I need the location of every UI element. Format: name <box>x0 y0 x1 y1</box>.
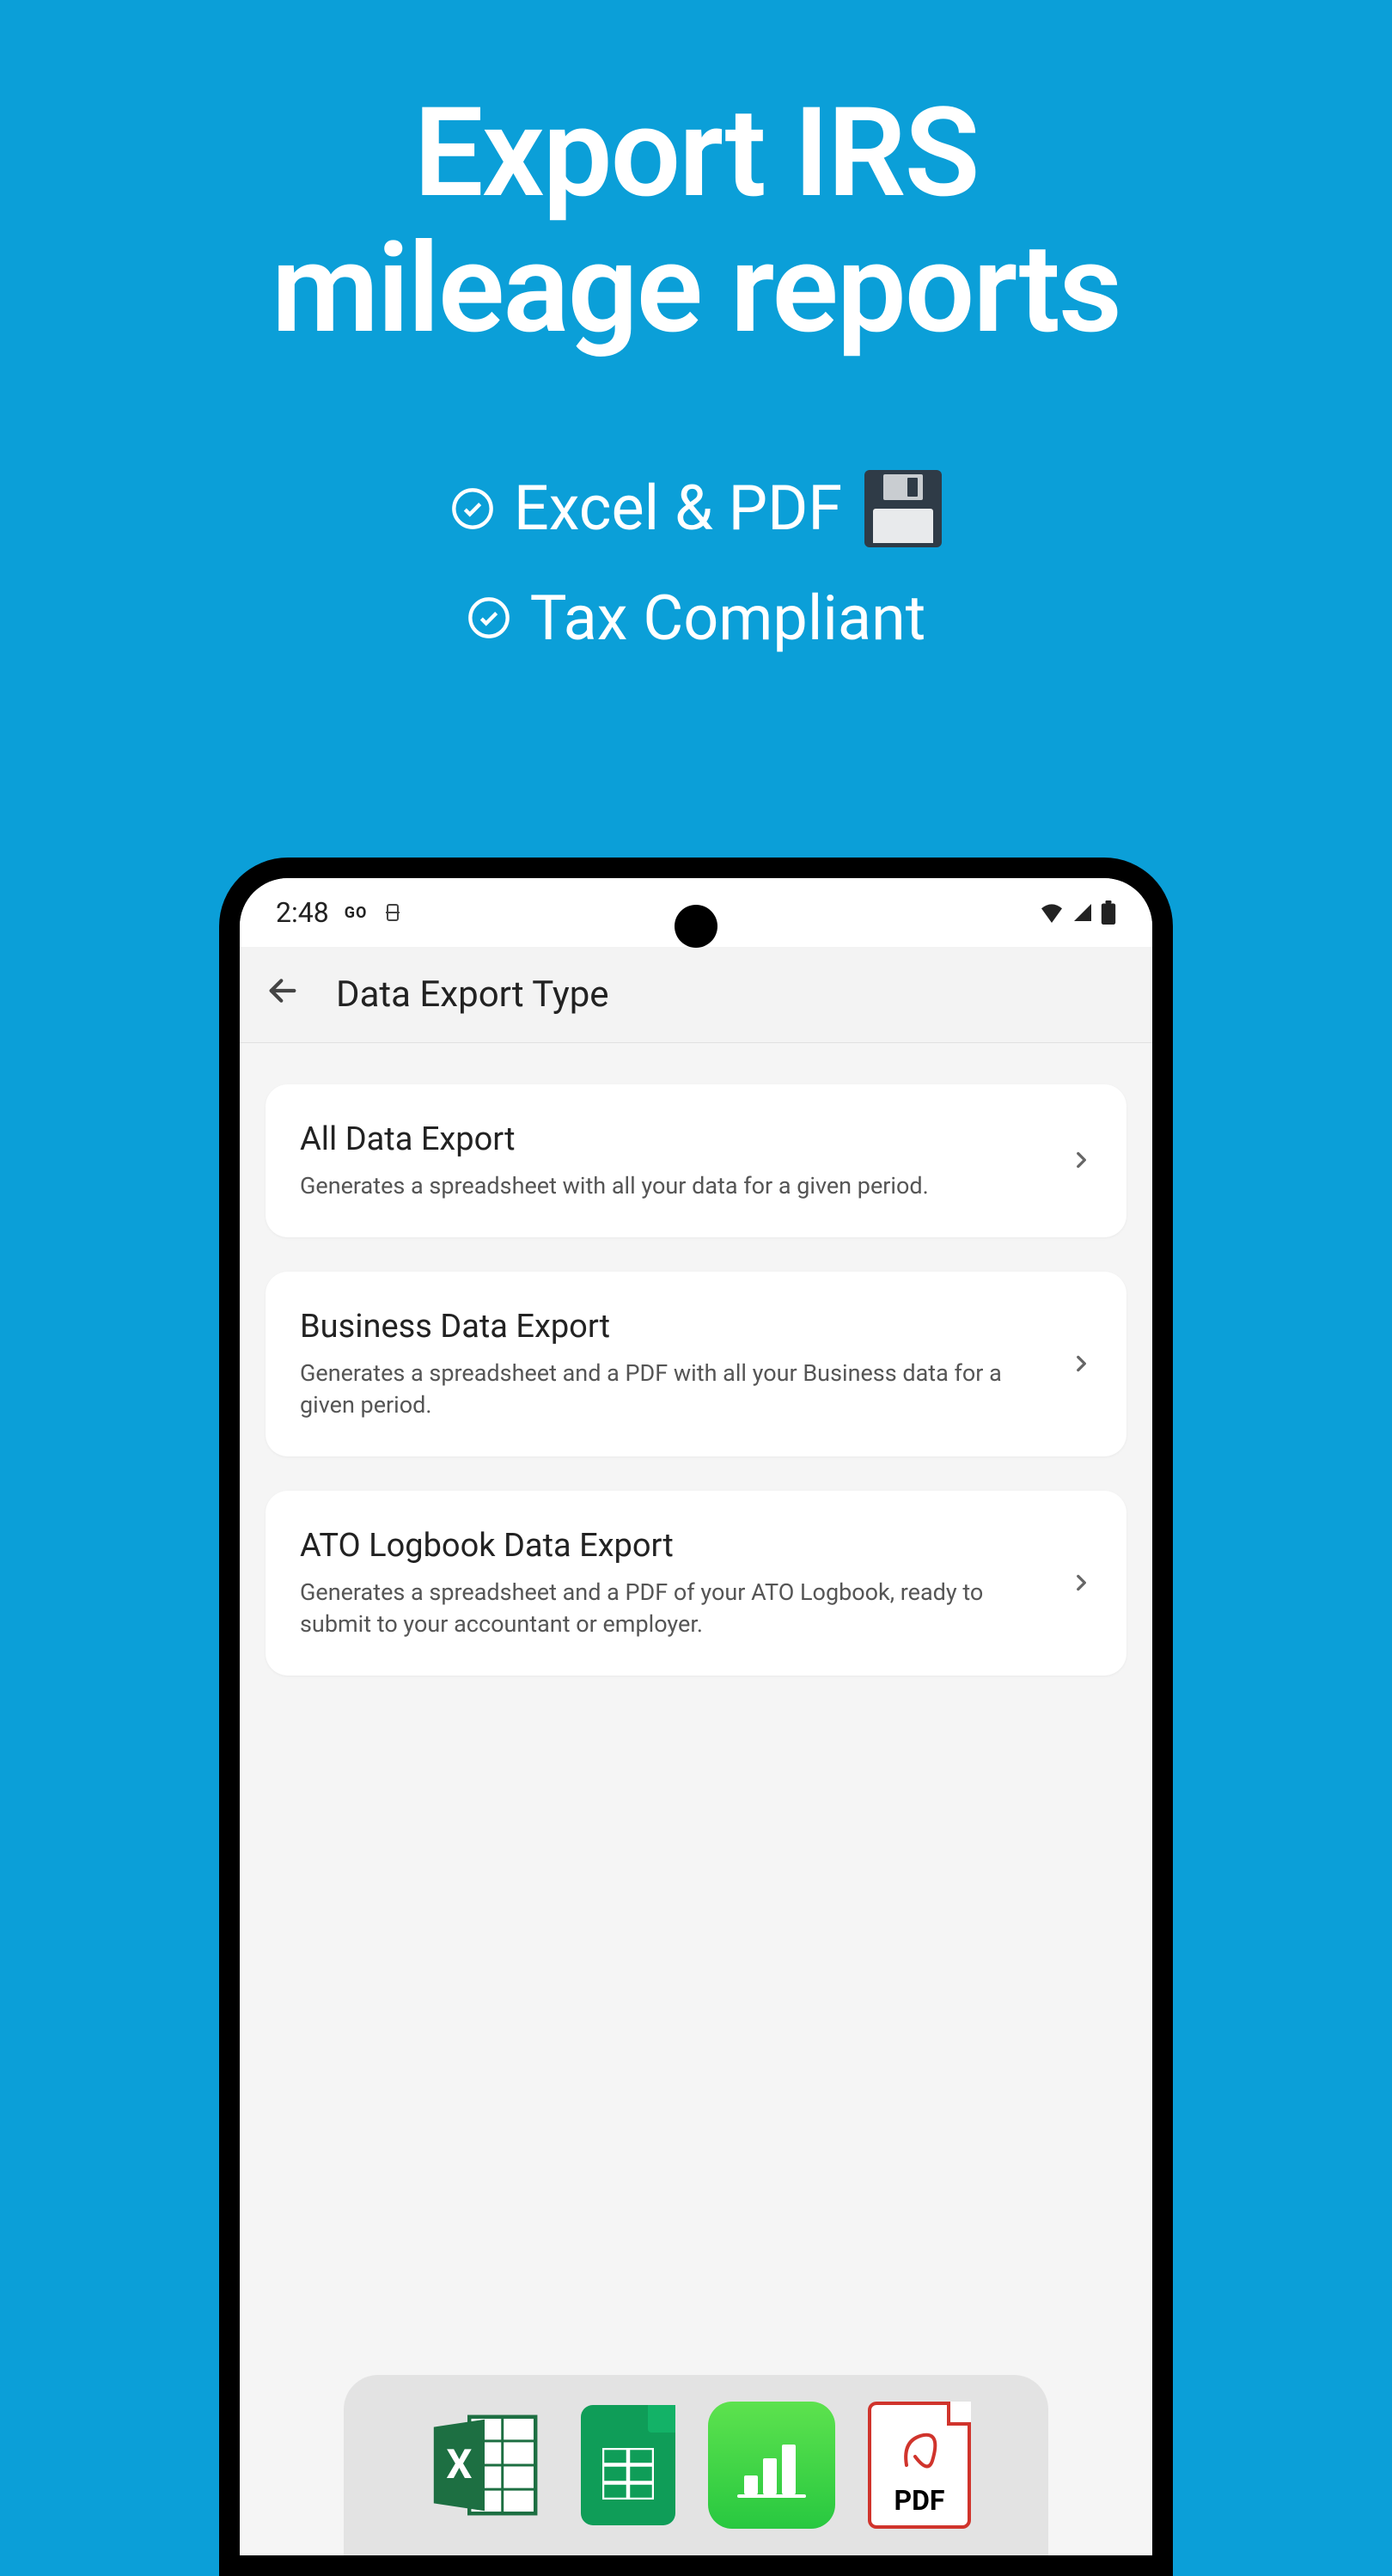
headline-line2: mileage reports <box>0 222 1392 357</box>
back-button[interactable] <box>266 973 300 1017</box>
page-title: Data Export Type <box>336 974 609 1016</box>
card-description: Generates a spreadsheet with all your da… <box>300 1170 1049 1201</box>
check-circle-icon <box>467 595 511 640</box>
google-sheets-icon <box>581 2405 675 2525</box>
feature-tax-compliant: Tax Compliant <box>467 582 926 655</box>
wifi-icon <box>1039 902 1065 923</box>
status-indicator: GO <box>345 904 368 922</box>
card-description: Generates a spreadsheet and a PDF with a… <box>300 1358 1049 1420</box>
card-description: Generates a spreadsheet and a PDF of you… <box>300 1577 1049 1639</box>
status-time: 2:48 <box>276 896 329 929</box>
signal-icon <box>1071 902 1094 923</box>
pdf-icon: PDF <box>868 2402 971 2529</box>
export-option-all-data[interactable]: All Data Export Generates a spreadsheet … <box>266 1084 1126 1237</box>
svg-text:X: X <box>446 2440 472 2488</box>
chevron-right-icon <box>1070 1346 1092 1383</box>
card-title: ATO Logbook Data Export <box>300 1527 1049 1565</box>
chevron-right-icon <box>1070 1143 1092 1179</box>
check-circle-icon <box>450 486 495 531</box>
phone-frame: 2:48 GO <box>219 858 1173 2576</box>
feature-label: Excel & PDF <box>514 472 842 545</box>
notification-icon <box>382 902 403 923</box>
feature-list: Excel & PDF Tax Compliant <box>0 470 1392 655</box>
battery-icon <box>1101 900 1116 925</box>
export-option-business-data[interactable]: Business Data Export Generates a spreads… <box>266 1272 1126 1456</box>
card-title: Business Data Export <box>300 1308 1049 1346</box>
feature-label: Tax Compliant <box>530 582 926 655</box>
export-option-ato-logbook[interactable]: ATO Logbook Data Export Generates a spre… <box>266 1491 1126 1676</box>
pdf-label: PDF <box>894 2484 945 2517</box>
numbers-icon <box>708 2402 835 2529</box>
excel-icon: X <box>421 2402 548 2529</box>
app-bar: Data Export Type <box>240 947 1152 1043</box>
headline-line1: Export IRS <box>0 86 1392 222</box>
promo-headline: Export IRS mileage reports <box>0 0 1392 358</box>
feature-excel-pdf: Excel & PDF <box>450 470 942 547</box>
camera-notch <box>675 905 717 948</box>
floppy-disk-icon <box>864 470 942 547</box>
format-icons-tray: X <box>344 2375 1048 2555</box>
chevron-right-icon <box>1070 1566 1092 1602</box>
export-options-list: All Data Export Generates a spreadsheet … <box>240 1043 1152 1717</box>
card-title: All Data Export <box>300 1120 1049 1158</box>
phone-screen: 2:48 GO <box>240 878 1152 2555</box>
